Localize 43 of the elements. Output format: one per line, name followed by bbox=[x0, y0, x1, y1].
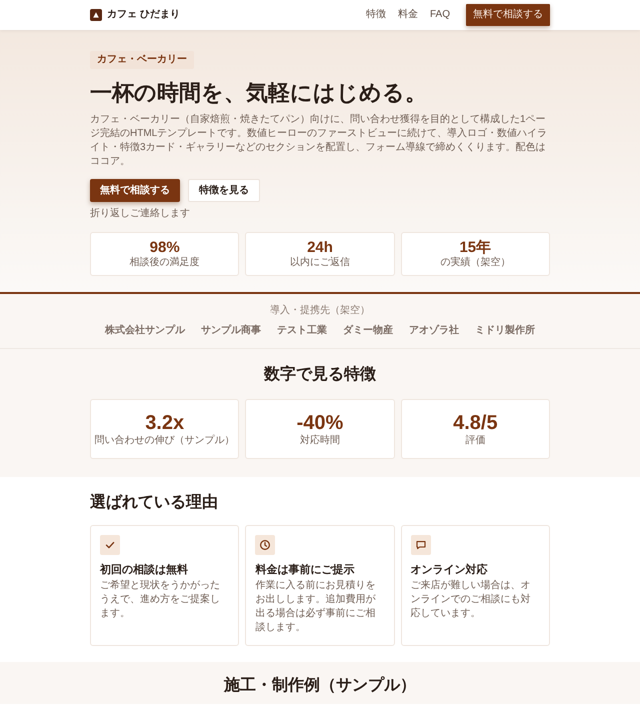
gallery-title: 施工・制作例（サンプル） bbox=[222, 676, 417, 696]
partner-name: 株式会社サンプル bbox=[105, 324, 185, 337]
consult-button[interactable]: 無料で相談する bbox=[90, 179, 180, 202]
features-button[interactable]: 特徴を見る bbox=[188, 179, 260, 202]
reason-title: 料金は事前にご提示 bbox=[255, 563, 356, 577]
reason-text: ご希望と現状をうかがったうえで、進め方をご提案します。 bbox=[100, 579, 221, 621]
category-tag: カフェ・ベーカリー bbox=[90, 51, 194, 69]
brand-name[interactable]: カフェ ひだまり bbox=[107, 9, 180, 21]
reason-title: オンライン対応 bbox=[410, 563, 489, 577]
reason-text: ご来店が難しい場合は、オンラインでのご相談にも対応しています。 bbox=[410, 579, 532, 621]
stat-value: 24h bbox=[307, 239, 333, 256]
partner-name: ダミー物産 bbox=[343, 324, 393, 337]
chat-bubble-icon bbox=[410, 535, 431, 555]
hero-description: カフェ・ベーカリー（自家焙煎・焼きたてパン）向けに、問い合わせ獲得を目的として構成した1ページ完結のHTMLテンプレートです。数値ヒーローのファーストビューに続けて、導入ロゴ・数値ハイライト・特徴3カード・ギャラリーなどのセクションを配置し、フォーム導線で締めくくります。配色はココア。 bbox=[90, 113, 548, 169]
triangle-logo-icon bbox=[90, 9, 102, 21]
reasons-title: 選ばれている理由 bbox=[90, 493, 219, 513]
nav-link[interactable]: FAQ bbox=[430, 9, 450, 21]
reason-text: 作業に入る前にお見積りをお出しします。追加費用が出る場合は必ず事前にご相談します。 bbox=[255, 579, 376, 635]
header-consult-button[interactable]: 無料で相談する bbox=[466, 4, 550, 26]
partner-name: サンプル商事 bbox=[201, 324, 261, 337]
partners-label: 導入・提携先（架空） bbox=[269, 305, 371, 317]
highlight-label: 対応時間 bbox=[300, 435, 340, 447]
highlight-label: 問い合わせの伸び（サンプル） bbox=[94, 435, 235, 447]
reply-note: 折り返しご連絡します bbox=[90, 207, 191, 220]
nav-link[interactable]: 料金 bbox=[398, 9, 418, 21]
nav-link[interactable]: 特徴 bbox=[366, 9, 386, 21]
partner-name: ミドリ製作所 bbox=[475, 324, 535, 337]
check-icon bbox=[100, 535, 120, 555]
partner-name: アオゾラ社 bbox=[409, 324, 459, 337]
hero-title: 一杯の時間を、気軽にはじめる。 bbox=[90, 79, 428, 107]
highlight-value: -40% bbox=[296, 411, 344, 434]
highlight-value: 3.2x bbox=[145, 411, 184, 435]
partner-name: テスト工業 bbox=[277, 324, 327, 337]
highlight-label: 評価 bbox=[465, 435, 486, 447]
stat-value: 15年 bbox=[459, 239, 492, 256]
reason-title: 初回の相談は無料 bbox=[100, 563, 189, 577]
stat-value: 98% bbox=[150, 239, 180, 256]
clock-icon bbox=[255, 535, 276, 555]
highlight-value: 4.8/5 bbox=[453, 411, 498, 434]
stat-label: の実績（架空） bbox=[440, 257, 510, 269]
stat-label: 相談後の満足度 bbox=[130, 257, 200, 269]
highlights-title: 数字で見る特徴 bbox=[262, 365, 377, 385]
stat-label: 以内にご返信 bbox=[290, 257, 350, 269]
